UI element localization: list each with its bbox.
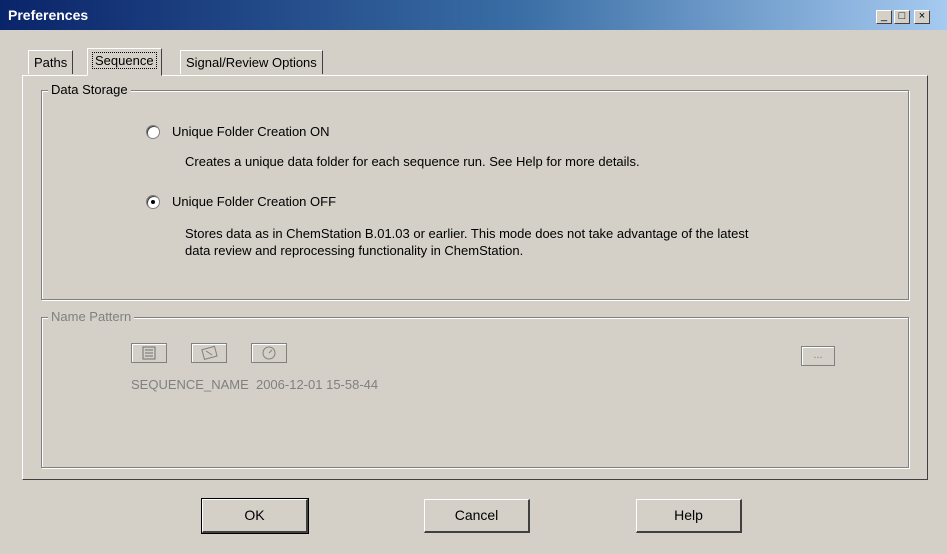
operator-button[interactable] [191,343,227,363]
operator-icon [201,345,218,360]
tab-sequence[interactable]: Sequence [87,48,162,76]
title-bar[interactable]: Preferences _ □ × [0,0,947,30]
preferences-dialog: Preferences _ □ × Paths Sequence Signal/… [0,0,947,554]
tab-paths[interactable]: Paths [28,50,74,74]
name-pattern-group: Name Pattern ... SEQUENCE_NAME 2006-12-0… [41,309,909,468]
unique-folder-on-radio[interactable] [146,124,160,139]
unique-folder-off-label: Unique Folder Creation OFF [172,194,337,209]
date-time-button[interactable] [251,343,287,363]
data-storage-legend: Data Storage [48,82,131,97]
ok-button[interactable]: OK [201,498,309,534]
unique-folder-on-option[interactable]: Unique Folder Creation ON [146,124,330,139]
date-time-icon [262,346,276,360]
data-storage-group: Data Storage Unique Folder Creation ON C… [41,82,909,300]
tab-label: Sequence [92,52,157,69]
unique-folder-on-label: Unique Folder Creation ON [172,124,330,139]
tab-label: Signal/Review Options [186,55,317,70]
tab-label: Paths [34,55,68,70]
browse-button[interactable]: ... [801,346,835,366]
minimize-icon: _ [880,10,888,22]
minimize-button[interactable]: _ [876,10,892,24]
name-pattern-legend: Name Pattern [48,309,135,324]
sequence-name-button[interactable] [131,343,167,363]
maximize-icon: □ [898,10,906,22]
sequence-tab-panel: Data Storage Unique Folder Creation ON C… [22,75,928,480]
tab-signal-review-options[interactable]: Signal/Review Options [180,50,323,74]
help-button[interactable]: Help [636,499,742,533]
cancel-button[interactable]: Cancel [424,499,530,533]
close-icon: × [918,10,926,22]
unique-folder-off-option[interactable]: Unique Folder Creation OFF [146,194,336,209]
maximize-button[interactable]: □ [894,10,910,24]
description-line: data review and reprocessing functionali… [185,243,524,258]
name-pattern-preview: SEQUENCE_NAME 2006-12-01 15-58-44 [131,377,379,392]
window-title: Preferences [8,7,89,23]
unique-folder-on-description: Creates a unique data folder for each se… [185,154,640,169]
description-line: Stores data as in ChemStation B.01.03 or… [185,226,749,241]
close-button[interactable]: × [914,10,930,24]
unique-folder-off-description: Stores data as in ChemStation B.01.03 or… [185,225,748,259]
unique-folder-off-radio[interactable] [146,194,160,209]
sequence-name-icon [142,346,156,360]
